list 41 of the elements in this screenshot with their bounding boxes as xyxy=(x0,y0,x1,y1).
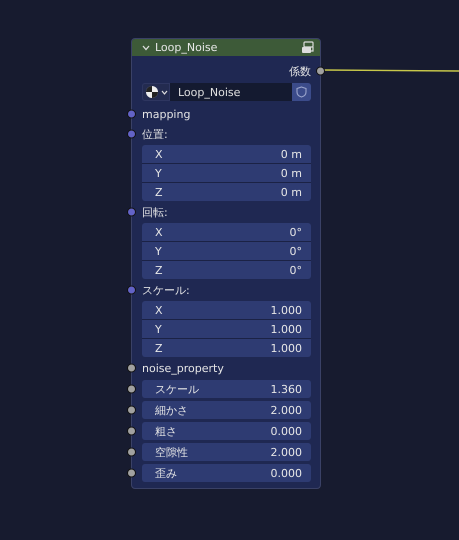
number-field[interactable]: 歪み 0.000 xyxy=(142,464,311,482)
output-socket[interactable] xyxy=(316,66,325,76)
node-group-icon[interactable] xyxy=(301,41,315,54)
number-field[interactable]: X 0° xyxy=(142,223,311,241)
number-field[interactable]: 空隙性 2.000 xyxy=(142,443,311,461)
input-label: mapping xyxy=(142,108,190,120)
input-label: 位置: xyxy=(142,126,168,142)
sphere-icon xyxy=(144,85,158,99)
texture-selector[interactable] xyxy=(142,83,170,101)
number-field[interactable]: Z 0° xyxy=(142,261,311,279)
number-field[interactable]: Z 0 m xyxy=(142,183,311,201)
output-label: 係数 xyxy=(289,64,311,78)
number-field[interactable]: スケール 1.360 xyxy=(142,380,311,398)
input-socket[interactable] xyxy=(127,110,136,118)
fake-user-button[interactable] xyxy=(292,83,311,101)
input-socket[interactable] xyxy=(127,406,136,414)
caret-icon[interactable] xyxy=(142,44,150,50)
node-title: Loop_Noise xyxy=(155,41,218,54)
input-socket[interactable] xyxy=(127,448,136,456)
input-socket[interactable] xyxy=(127,384,136,394)
number-field[interactable]: 粗さ 0.000 xyxy=(142,422,311,440)
node-header[interactable]: Loop_Noise xyxy=(132,39,320,56)
input-socket[interactable] xyxy=(127,364,136,372)
number-field[interactable]: Y 1.000 xyxy=(142,320,311,338)
input-socket[interactable] xyxy=(127,426,136,436)
input-label: スケール: xyxy=(142,282,190,298)
input-socket[interactable] xyxy=(127,286,136,294)
input-label: 回転: xyxy=(142,204,168,220)
number-field[interactable]: 細かさ 2.000 xyxy=(142,401,311,419)
input-socket[interactable] xyxy=(127,468,136,478)
input-label: noise_property xyxy=(142,362,224,374)
input-socket[interactable] xyxy=(127,130,136,138)
number-field[interactable]: Y 0° xyxy=(142,242,311,260)
number-field[interactable]: Y 0 m xyxy=(142,164,311,182)
number-field[interactable]: X 1.000 xyxy=(142,301,311,319)
name-field[interactable]: Loop_Noise xyxy=(170,83,292,101)
number-field[interactable]: Z 1.000 xyxy=(142,339,311,357)
number-field[interactable]: X 0 m xyxy=(142,145,311,163)
input-socket[interactable] xyxy=(127,208,136,216)
caret-icon xyxy=(160,90,168,94)
shield-icon xyxy=(296,86,307,98)
